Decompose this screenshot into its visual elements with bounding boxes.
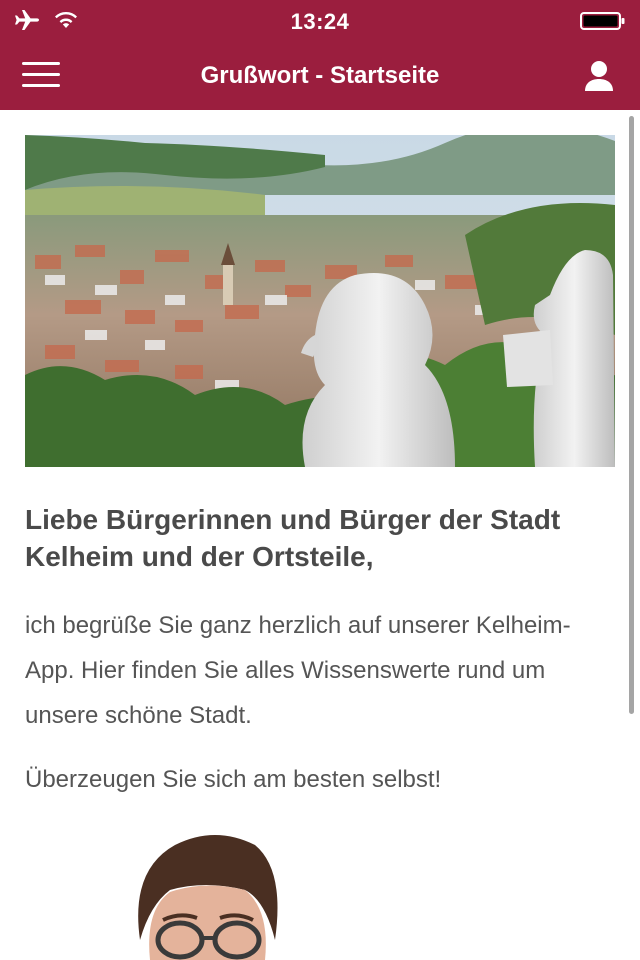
battery-icon	[580, 12, 626, 35]
welcome-closing: Überzeugen Sie sich am besten selbst!	[25, 766, 442, 793]
hamburger-icon-line	[22, 62, 60, 65]
scroll-indicator[interactable]	[629, 116, 634, 714]
hamburger-icon-line	[22, 84, 60, 87]
hamburger-menu-button[interactable]	[22, 62, 60, 90]
mayor-portrait	[125, 830, 285, 960]
status-bar: 13:24	[0, 0, 640, 40]
user-button[interactable]	[584, 60, 614, 92]
welcome-heading: Liebe Bürgerinnen und Bürger der Stadt K…	[25, 504, 561, 572]
user-icon	[585, 61, 613, 91]
hero-image-kelheim	[25, 135, 615, 467]
nav-bar: Grußwort - Startseite	[0, 40, 640, 110]
status-time: 13:24	[290, 9, 350, 34]
page-title: Grußwort - Startseite	[200, 62, 440, 89]
welcome-paragraph: ich begrüße Sie ganz herzlich auf unsere…	[25, 612, 571, 729]
main-content: Liebe Bürgerinnen und Bürger der Stadt K…	[25, 110, 615, 802]
hamburger-icon-line	[22, 73, 60, 76]
